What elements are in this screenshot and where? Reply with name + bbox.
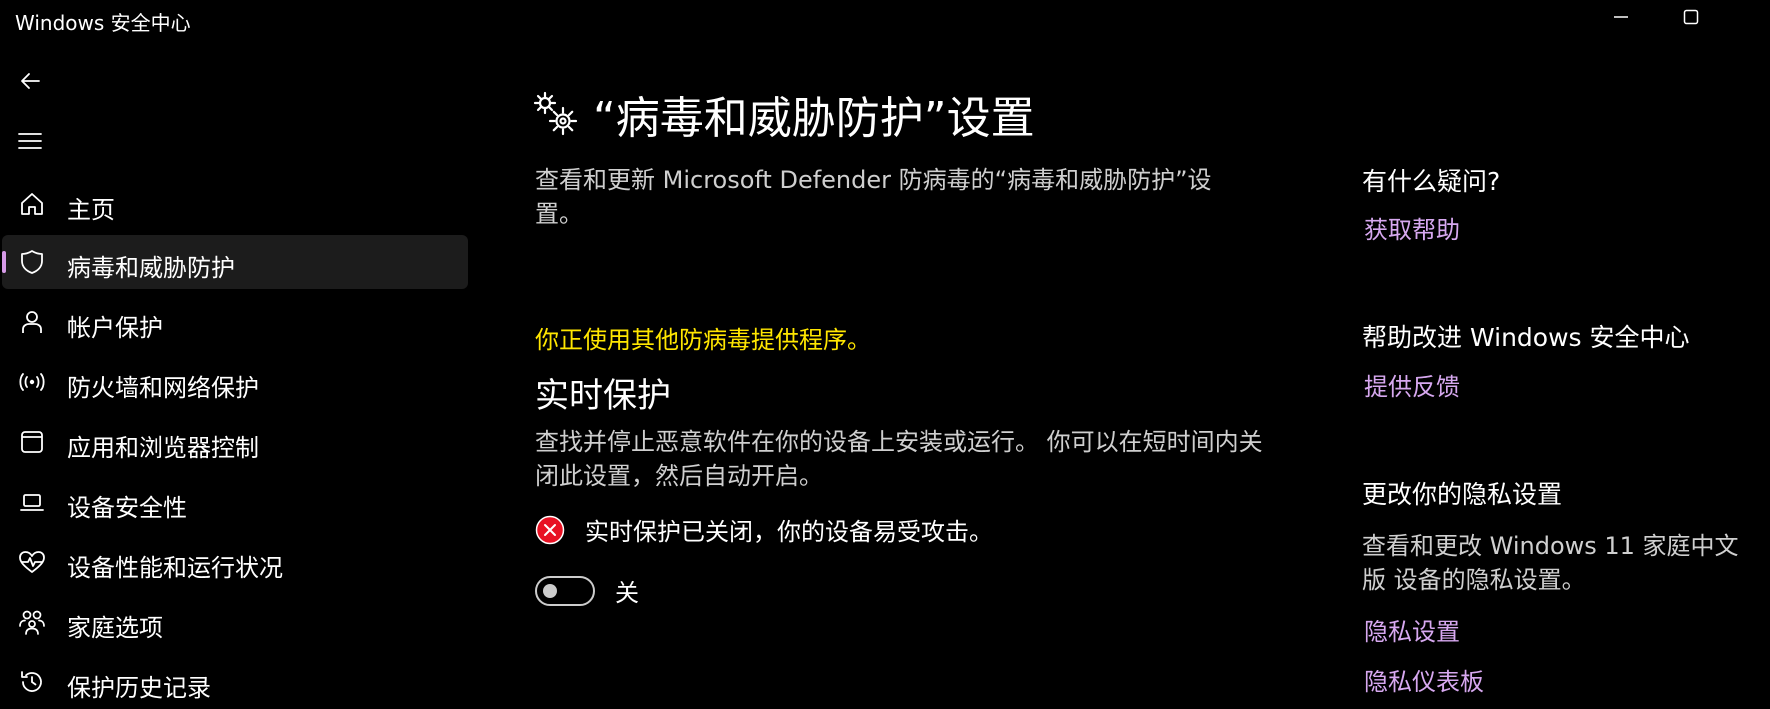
laptop-icon [18, 488, 46, 516]
shield-icon [18, 248, 46, 276]
sidebar-item-device-performance[interactable]: 设备性能和运行状况 [2, 535, 468, 589]
sidebar-item-label: 病毒和威胁防护 [67, 254, 235, 282]
menu-button[interactable] [8, 119, 52, 163]
toggle-label: 关 [615, 579, 639, 607]
warning-message: 你正使用其他防病毒提供程序。 [535, 326, 871, 354]
sidebar-item-virus-protection[interactable]: 病毒和威胁防护 [2, 235, 468, 289]
page-description: 查看和更新 Microsoft Defender 防病毒的“病毒和威胁防护”设置… [535, 166, 1212, 228]
privacy-heading: 更改你的隐私设置 [1362, 480, 1563, 509]
heart-pulse-icon [18, 548, 46, 576]
get-help-link[interactable]: 获取帮助 [1364, 210, 1460, 245]
feedback-link[interactable]: 提供反馈 [1364, 367, 1460, 402]
gears-icon [533, 91, 578, 136]
toggle-row: 关 [535, 573, 639, 608]
maximize-button[interactable] [1656, 0, 1726, 34]
privacy-dashboard-link[interactable]: 隐私仪表板 [1364, 662, 1484, 697]
privacy-settings-link[interactable]: 隐私设置 [1364, 612, 1460, 647]
sidebar-item-firewall[interactable]: 防火墙和网络保护 [2, 355, 468, 409]
question-heading: 有什么疑问? [1362, 167, 1501, 196]
title-bar: Windows 安全中心 [0, 0, 1770, 40]
page-title: “病毒和威胁防护”设置 [593, 93, 1035, 144]
back-button[interactable] [8, 59, 52, 103]
sidebar-item-label: 保护历史记录 [67, 674, 211, 702]
sidebar-item-label: 设备安全性 [67, 494, 187, 522]
realtime-protection-toggle[interactable] [535, 575, 595, 606]
maximize-icon [1683, 9, 1699, 25]
back-arrow-icon [21, 73, 40, 89]
family-icon [18, 608, 46, 636]
app-title: Windows 安全中心 [15, 11, 191, 35]
realtime-protection-title: 实时保护 [535, 376, 671, 416]
hamburger-icon [18, 133, 42, 149]
privacy-description: 查看和更改 Windows 11 家庭中文版 设备的隐私设置。 [1362, 532, 1739, 594]
sidebar-item-protection-history[interactable]: 保护历史记录 [2, 655, 468, 709]
realtime-protection-description: 查找并停止恶意软件在你的设备上安装或运行。 你可以在短时间内关闭此设置，然后自动… [535, 428, 1263, 490]
sidebar-item-label: 设备性能和运行状况 [67, 554, 283, 582]
sidebar-item-label: 家庭选项 [67, 614, 163, 642]
page-header: “病毒和威胁防护”设置 [533, 82, 1035, 146]
sidebar-item-device-security[interactable]: 设备安全性 [2, 475, 468, 529]
minimize-button[interactable] [1586, 0, 1656, 34]
sidebar-item-account-protection[interactable]: 帐户保护 [2, 295, 468, 349]
history-icon [18, 668, 46, 696]
app-window-icon [18, 428, 46, 456]
sidebar-item-label: 防火墙和网络保护 [67, 374, 259, 402]
error-icon [535, 515, 565, 544]
person-icon [18, 308, 46, 336]
toggle-knob [543, 583, 557, 598]
sidebar-item-label: 主页 [67, 196, 115, 224]
active-indicator [2, 251, 6, 273]
sidebar-item-label: 帐户保护 [67, 314, 163, 342]
sidebar-item-label: 应用和浏览器控制 [67, 434, 259, 462]
wifi-antenna-icon [18, 368, 46, 396]
improve-heading: 帮助改进 Windows 安全中心 [1362, 323, 1690, 352]
sidebar-item-family-options[interactable]: 家庭选项 [2, 595, 468, 649]
sidebar-item-app-browser-control[interactable]: 应用和浏览器控制 [2, 415, 468, 469]
sidebar-item-home[interactable]: 主页 [2, 177, 468, 231]
home-icon [18, 190, 46, 218]
status-text: 实时保护已关闭，你的设备易受攻击。 [585, 518, 993, 546]
minimize-icon [1614, 16, 1628, 18]
status-row: 实时保护已关闭，你的设备易受攻击。 [535, 512, 993, 547]
